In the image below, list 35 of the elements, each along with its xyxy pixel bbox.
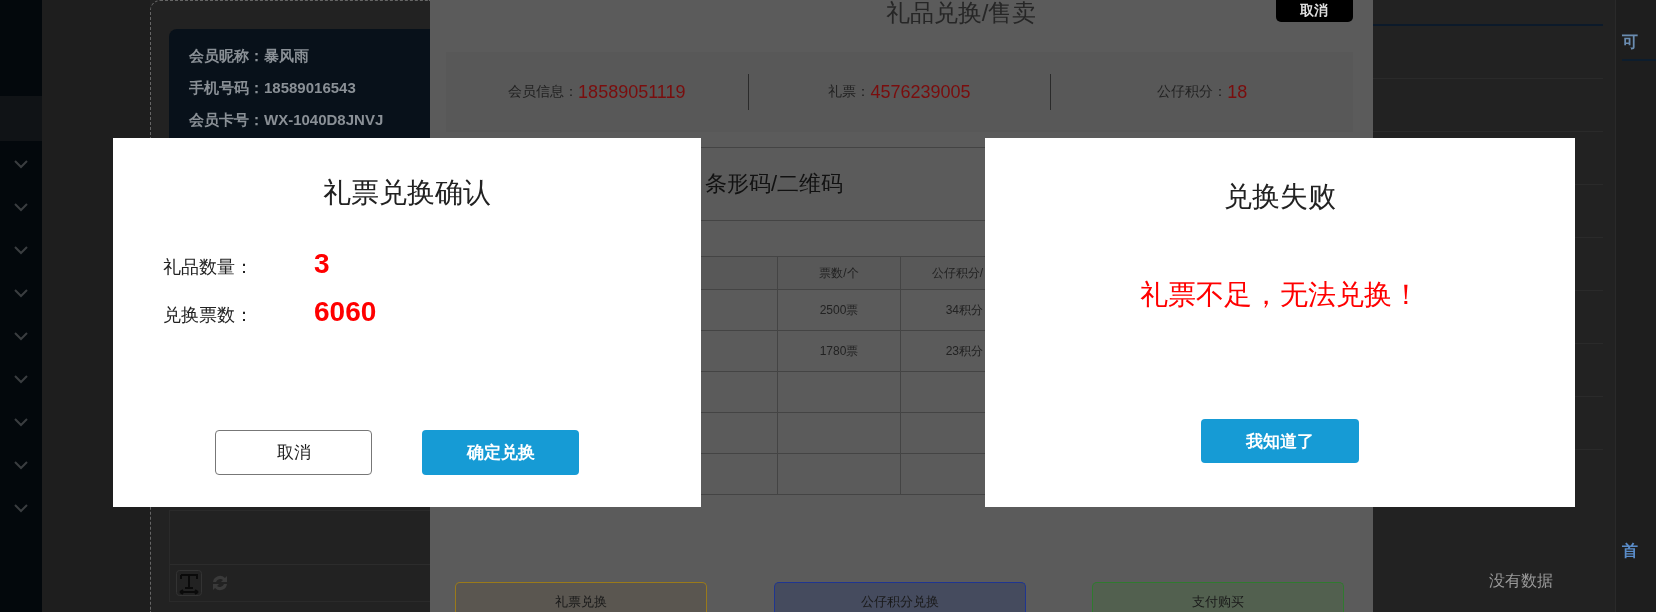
member-info-text: 手机号码：18589016543 [189, 79, 357, 98]
info-value: 18 [1227, 81, 1248, 103]
first-page-link[interactable]: 首 [1622, 541, 1656, 562]
action-button[interactable]: 礼票兑换 [455, 582, 707, 612]
field-label: 礼品数量： [163, 256, 254, 279]
action-button[interactable]: 公仔积分兑换 [773, 582, 1026, 612]
refresh-icon[interactable] [210, 573, 230, 593]
info-value: 18589051119 [578, 81, 686, 103]
text-format-icon[interactable] [176, 570, 202, 596]
ok-button[interactable]: 我知道了 [1201, 419, 1359, 463]
cancel-button[interactable]: 取消 [215, 430, 372, 475]
member-info-text: 会员昵称：暴风雨 [189, 47, 310, 66]
confirm-button[interactable]: 确定兑换 [422, 430, 579, 475]
panel-tab[interactable]: 可 [1622, 32, 1656, 61]
dialog-title: 礼票兑换确认 [322, 176, 492, 210]
dialog-title: 兑换失败 [1224, 180, 1336, 214]
member-info-text: 会员卡号：WX-1040D8JNVJ [189, 111, 385, 130]
chevron-icon[interactable] [14, 289, 28, 298]
scan-field[interactable]: 条形码/二维码 [703, 170, 947, 198]
chevron-icon[interactable] [14, 504, 28, 513]
chevron-icon[interactable] [14, 461, 28, 470]
chevron-icon[interactable] [14, 203, 28, 212]
chevron-icon[interactable] [14, 375, 28, 384]
chevron-icon[interactable] [14, 418, 28, 427]
action-button[interactable]: 支付购买 [1092, 582, 1344, 612]
field-label: 兑换票数： [163, 304, 254, 327]
chevron-icon[interactable] [14, 246, 28, 255]
chevron-icon[interactable] [14, 332, 28, 341]
empty-text: 没有数据 [1489, 571, 1553, 591]
info-value: 4576239005 [870, 81, 971, 103]
chevron-icon[interactable] [14, 160, 28, 169]
field-value: 6060 [314, 296, 377, 328]
field-value: 3 [314, 248, 330, 280]
error-message: 礼票不足，无法兑换！ [1140, 278, 1420, 312]
cancel-button[interactable]: 取消 [1276, 0, 1353, 22]
